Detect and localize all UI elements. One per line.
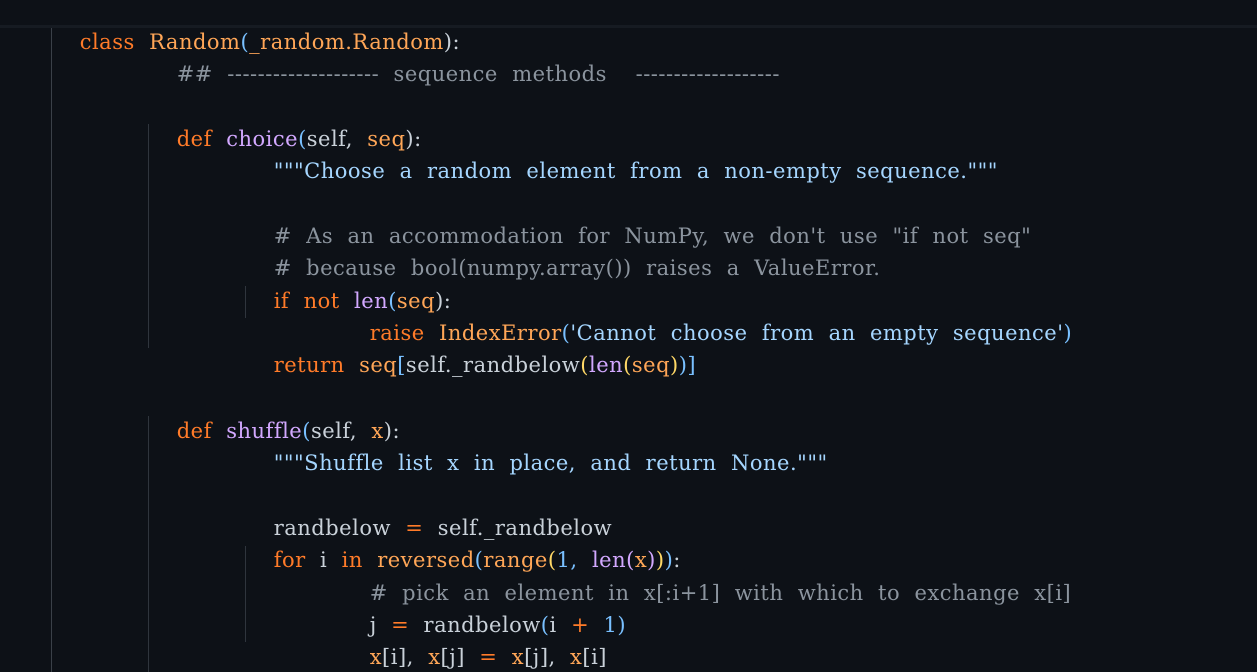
- paren-open: (: [623, 353, 632, 377]
- keyword-return: return: [273, 353, 345, 377]
- comment-dashes-right: -------------------: [635, 62, 780, 86]
- code-editor[interactable]: class Random(_random.Random): ## -------…: [0, 0, 1257, 672]
- code-line-def-shuffle[interactable]: def shuffle(self, x):: [148, 383, 400, 443]
- code-line-for-loop[interactable]: for i in reversed(range(1, len(x))):: [245, 512, 681, 572]
- var-seq: seq: [359, 353, 398, 377]
- docstring: """Shuffle list x in place, and return N…: [273, 451, 828, 475]
- code-line-comment-numpy-1[interactable]: # As an accommodation for NumPy, we don'…: [245, 188, 1031, 248]
- comment-text: sequence methods: [393, 62, 607, 86]
- operator-assign: =: [479, 645, 498, 669]
- keyword-if: if: [273, 289, 290, 313]
- bracket-close: ]: [687, 353, 697, 377]
- paren-close: ): [1063, 321, 1073, 345]
- code-line-class-def[interactable]: class Random(_random.Random):: [51, 0, 460, 54]
- index-i: [i],: [382, 645, 414, 669]
- var-x: x: [369, 645, 383, 669]
- arg-seq: seq: [631, 353, 671, 377]
- paren-open: (: [580, 353, 589, 377]
- code-line-docstring-shuffle[interactable]: """Shuffle list x in place, and return N…: [245, 415, 828, 475]
- code-line-if-not-len[interactable]: if not len(seq):: [245, 253, 451, 313]
- builtin-len: len: [588, 353, 624, 377]
- index-i: [i]: [582, 645, 607, 669]
- indent-guide-class: [51, 28, 52, 672]
- keyword-class: class: [79, 30, 135, 54]
- code-line-raise[interactable]: raise IndexError('Cannot choose from an …: [341, 285, 1072, 345]
- code-line-randbelow-assign[interactable]: randbelow = self._randbelow: [245, 480, 612, 540]
- bracket-open: [: [397, 353, 406, 377]
- docstring: """Choose a random element from a non-em…: [273, 159, 998, 183]
- code-line-swap[interactable]: x[i], x[j] = x[j], x[i]: [341, 609, 607, 669]
- var-x: x: [511, 645, 525, 669]
- comment-hashes: ##: [176, 62, 213, 86]
- paren-close: ): [670, 353, 679, 377]
- keyword-def: def: [176, 419, 212, 443]
- keyword-for: for: [273, 548, 306, 572]
- index-j: [j]: [440, 645, 465, 669]
- paren-close: ): [617, 613, 627, 637]
- comment-dashes-left: --------------------: [227, 62, 380, 86]
- code-line-comment-pick[interactable]: # pick an element in x[:i+1] with which …: [341, 545, 1071, 605]
- code-line-return[interactable]: return seq[self._randbelow(len(seq))]: [245, 317, 696, 377]
- code-line-docstring-choice[interactable]: """Choose a random element from a non-em…: [245, 123, 998, 183]
- code-line-comment-numpy-2[interactable]: # because bool(numpy.array()) raises a V…: [245, 220, 880, 280]
- code-line-def-choice[interactable]: def choice(self, seq):: [148, 91, 422, 151]
- var-x: x: [570, 645, 583, 669]
- code-line-j-assign[interactable]: j = randbelow(i + 1): [341, 577, 626, 637]
- keyword-not: not: [303, 289, 340, 313]
- code-line-section-comment[interactable]: ## -------------------- sequence methods…: [148, 26, 780, 86]
- method-randbelow: self._randbelow: [405, 353, 581, 377]
- index-j: [j],: [524, 645, 556, 669]
- var-x: x: [428, 645, 441, 669]
- keyword-def: def: [176, 127, 212, 151]
